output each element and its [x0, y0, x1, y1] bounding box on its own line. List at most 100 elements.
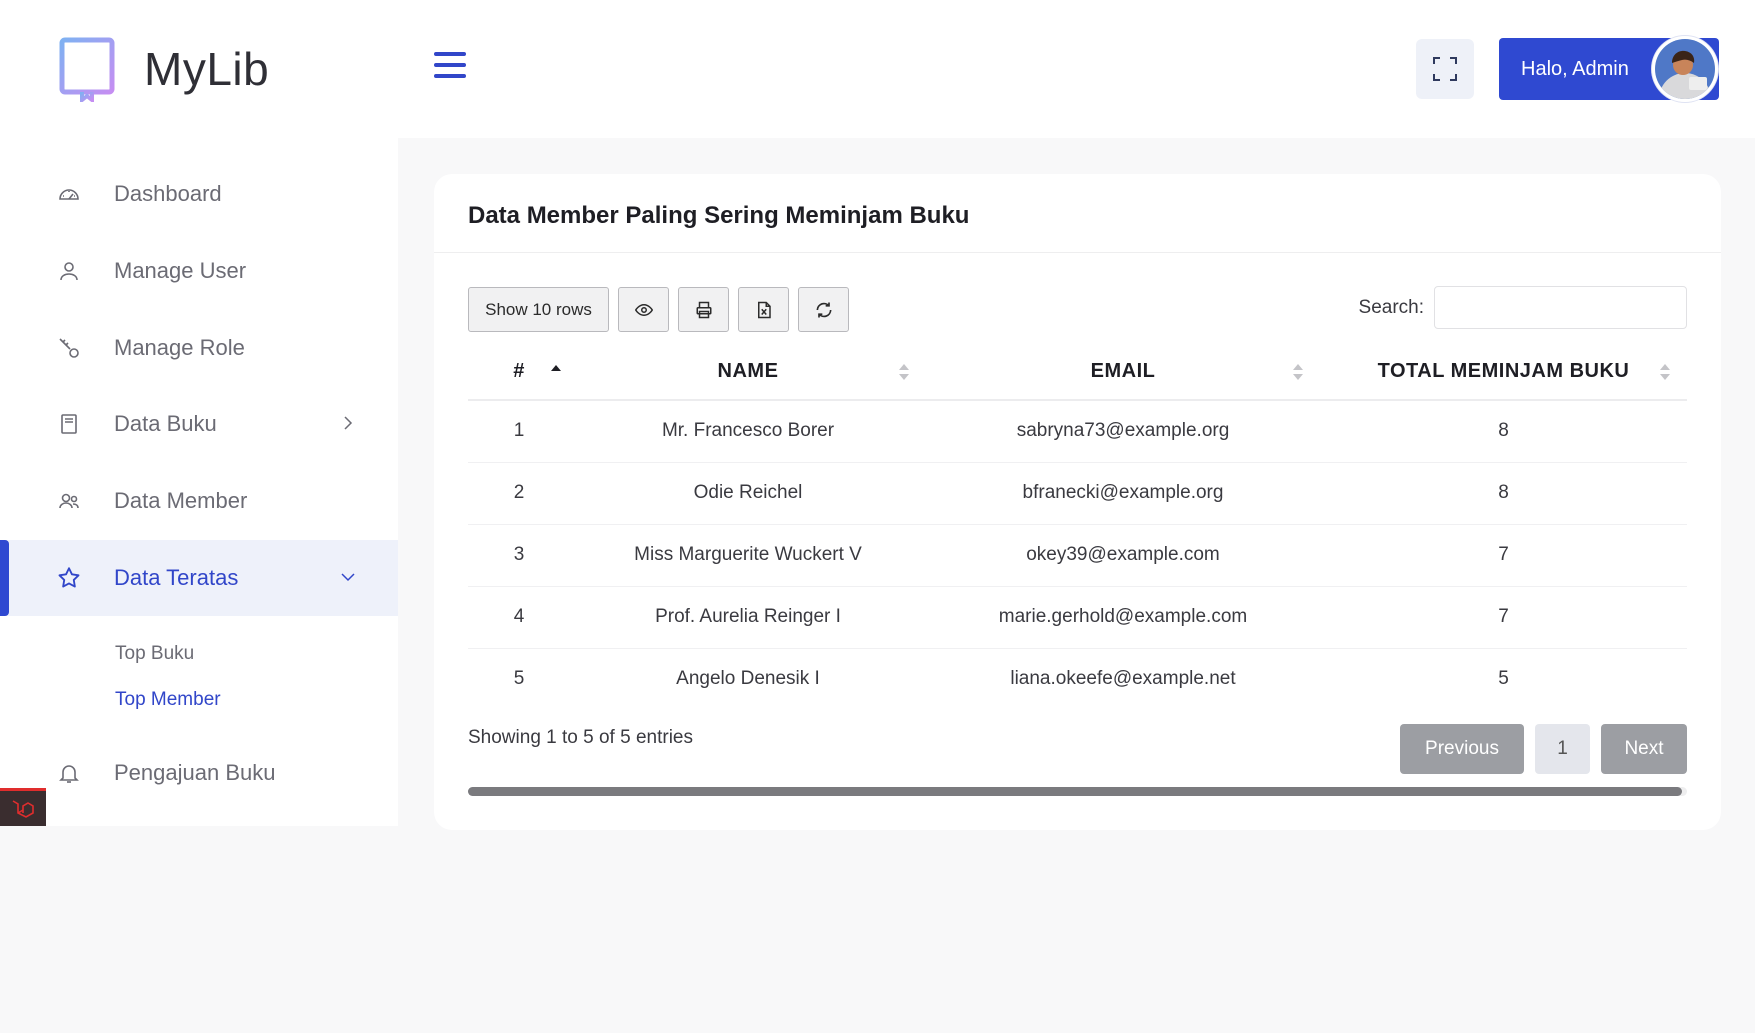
- users-icon: [56, 488, 82, 514]
- page-button[interactable]: 1: [1535, 724, 1590, 774]
- show-rows-button[interactable]: Show 10 rows: [468, 287, 609, 332]
- column-header-label: EMAIL: [1090, 360, 1156, 382]
- cell-total: 5: [1498, 668, 1509, 690]
- cell-email: marie.gerhold@example.com: [926, 586, 1320, 649]
- fullscreen-icon: [1433, 57, 1457, 81]
- cell-no: 3: [468, 524, 570, 587]
- cell-no: 5: [513, 668, 525, 690]
- sidebar-item-label: Data Buku: [114, 411, 217, 437]
- column-header-total[interactable]: TOTAL MEMINJAM BUKU: [1320, 344, 1687, 401]
- user-icon: [56, 258, 82, 284]
- cell-email: sabryna73@example.org: [926, 400, 1320, 463]
- cell-total: 7: [1320, 586, 1687, 649]
- bell-icon: [56, 760, 82, 786]
- search-label: Search:: [1358, 296, 1424, 318]
- column-header-label: TOTAL MEMINJAM BUKU: [1377, 360, 1630, 382]
- cell-email: okey39@example.com: [926, 524, 1320, 587]
- column-header-label: NAME: [717, 360, 779, 382]
- table-row: 5 Angelo Denesik I liana.okeefe@example.…: [468, 648, 1687, 710]
- sort-both-icon: [1660, 364, 1670, 380]
- sidebar-item-label: Pengajuan Buku: [114, 759, 276, 785]
- column-header-label: #: [513, 360, 525, 382]
- eye-icon: [634, 303, 653, 316]
- cell-no: 4: [468, 586, 570, 649]
- topbar: Halo, Admin: [398, 0, 1755, 138]
- sidebar-item-manage-role[interactable]: Manage Role: [0, 310, 398, 386]
- chevron-down-icon: [341, 573, 355, 582]
- sidebar-item-label: Data Member: [114, 488, 248, 514]
- laravel-logo-icon: [12, 799, 34, 818]
- next-page-button[interactable]: Next: [1601, 724, 1687, 774]
- user-avatar-image: [1655, 39, 1715, 99]
- card-title: Data Member Paling Sering Meminjam Buku: [468, 202, 970, 229]
- sidebar-item-manage-user[interactable]: Manage User: [0, 233, 398, 309]
- top-member-card: Data Member Paling Sering Meminjam Buku …: [434, 174, 1721, 830]
- avatar[interactable]: [1652, 36, 1718, 102]
- table-row: 4 Prof. Aurelia Reinger I marie.gerhold@…: [468, 586, 1687, 649]
- cell-total: 7: [1320, 524, 1687, 587]
- sidebar-item-data-buku[interactable]: Data Buku: [0, 386, 398, 462]
- column-header-no[interactable]: #: [468, 344, 570, 401]
- reload-button[interactable]: [798, 287, 849, 332]
- table-info: Showing 1 to 5 of 5 entries: [468, 727, 693, 748]
- table-row: 2 Odie Reichel bfranecki@example.org 8: [468, 462, 1687, 525]
- cell-no: 1: [468, 400, 570, 463]
- fullscreen-button[interactable]: [1416, 39, 1474, 99]
- brand[interactable]: MyLib: [58, 36, 269, 102]
- print-icon: [696, 301, 711, 318]
- cell-no: 2: [468, 462, 570, 525]
- cell-total: 8: [1320, 462, 1687, 525]
- column-header-email[interactable]: EMAIL: [926, 344, 1320, 401]
- scrollbar-thumb[interactable]: [468, 787, 1682, 796]
- cell-email: bfranecki@example.org: [926, 462, 1320, 525]
- debugbar-toggle[interactable]: [0, 788, 46, 826]
- submenu-item-top-member[interactable]: Top Member: [115, 677, 398, 723]
- table-row: 3 Miss Marguerite Wuckert V okey39@examp…: [468, 524, 1687, 587]
- sidebar-item-dashboard[interactable]: Dashboard: [0, 156, 398, 232]
- refresh-icon: [816, 302, 831, 317]
- sidebar-item-label: Manage User: [114, 257, 247, 283]
- pagination: Previous 1 Next: [1389, 724, 1687, 774]
- export-excel-button[interactable]: [738, 287, 789, 332]
- print-button[interactable]: [678, 287, 729, 332]
- horizontal-scrollbar[interactable]: [468, 787, 1687, 796]
- cell-name: Mr. Francesco Borer: [570, 400, 926, 463]
- cell-email: liana.okeefe@example.net: [1010, 668, 1236, 690]
- sidebar-item-pengajuan-buku[interactable]: Pengajuan Buku: [0, 735, 398, 811]
- cell-name: Odie Reichel: [570, 462, 926, 525]
- sort-both-icon: [899, 364, 909, 380]
- brand-name: MyLib: [144, 43, 270, 95]
- sidebar-item-data-member[interactable]: Data Member: [0, 463, 398, 539]
- sort-ascending-icon: [551, 365, 561, 371]
- book-icon: [56, 411, 82, 437]
- submenu-item-top-buku[interactable]: Top Buku: [115, 631, 398, 677]
- table-toolbar: Show 10 rows: [468, 287, 858, 332]
- star-icon: [56, 565, 82, 591]
- sidebar-item-label: Dashboard: [114, 181, 222, 206]
- table-row: 1 Mr. Francesco Borer sabryna73@example.…: [468, 400, 1687, 463]
- search: Search:: [1359, 286, 1687, 329]
- column-visibility-button[interactable]: [618, 287, 669, 332]
- cell-name: Miss Marguerite Wuckert V: [570, 524, 926, 587]
- dashboard-gauge-icon: [56, 181, 82, 207]
- user-greeting: Halo, Admin: [1521, 57, 1629, 80]
- divider: [434, 252, 1721, 253]
- sort-both-icon: [1293, 364, 1303, 380]
- submenu-data-teratas: Top Buku Top Member: [0, 617, 398, 735]
- sidebar-item-label: Data Teratas: [114, 564, 239, 590]
- search-input[interactable]: [1434, 286, 1687, 329]
- table-header-row: # NAME EMAIL TOTAL MEMINJAM BUKU: [468, 344, 1687, 401]
- column-header-name[interactable]: NAME: [570, 344, 926, 401]
- menu-toggle-icon[interactable]: [434, 52, 466, 80]
- cell-name: Angelo Denesik I: [676, 668, 820, 690]
- key-icon: [56, 335, 82, 361]
- previous-page-button[interactable]: Previous: [1400, 724, 1524, 774]
- members-table: # NAME EMAIL TOTAL MEMINJAM BUKU 1 Mr. F…: [468, 344, 1687, 710]
- book-logo-icon: [59, 37, 115, 102]
- excel-file-icon: [757, 301, 771, 318]
- sidebar-item-data-teratas[interactable]: Data Teratas: [0, 539, 398, 616]
- chevron-right-icon: [344, 416, 353, 430]
- cell-name: Prof. Aurelia Reinger I: [570, 586, 926, 649]
- sidebar-item-label: Manage Role: [114, 334, 245, 360]
- sidebar-nav: Dashboard Manage User Manage Role Data B…: [0, 156, 398, 812]
